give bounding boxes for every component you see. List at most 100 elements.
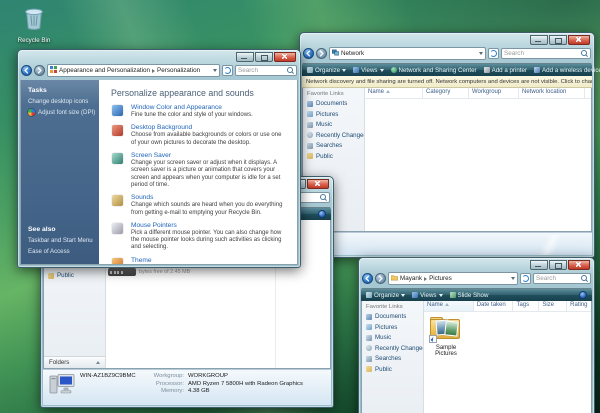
column-date-taken[interactable]: Date taken	[474, 301, 514, 311]
column-network-location[interactable]: Network location	[519, 88, 585, 98]
network-infobar[interactable]: Network discovery and file sharing are t…	[302, 76, 592, 88]
desktop-background-link[interactable]: Desktop Background	[131, 124, 287, 131]
refresh-button[interactable]	[222, 65, 233, 76]
sidebar-item-documents[interactable]: Documents	[307, 100, 364, 107]
breadcrumb-personalization[interactable]: Personalization	[157, 67, 200, 74]
refresh-button[interactable]	[488, 48, 499, 59]
sidebar-item-public[interactable]: Public	[366, 366, 423, 373]
back-button[interactable]	[21, 65, 32, 76]
address-dropdown-icon[interactable]	[213, 69, 217, 72]
theme-icon	[112, 258, 123, 264]
refresh-button[interactable]	[520, 273, 531, 284]
pictures-file-area[interactable]: Sample Pictures	[424, 312, 591, 413]
sidebar-item-pictures[interactable]: Pictures	[307, 111, 364, 118]
sort-ascending-icon	[386, 90, 390, 93]
add-printer-button[interactable]: Add a printer	[484, 67, 527, 74]
task-adjust-font-size[interactable]: Adjust font size (DPI)	[28, 109, 99, 116]
back-button[interactable]	[362, 273, 373, 284]
breadcrumb-network[interactable]: Network	[341, 50, 364, 57]
screen-saver-link[interactable]: Screen Saver	[131, 152, 287, 159]
breadcrumb-user[interactable]: Mayank	[400, 275, 422, 282]
network-details-pane	[302, 232, 592, 255]
personalization-window[interactable]: Appearance and Personalization Personali…	[17, 49, 301, 268]
recently-changed-icon	[366, 345, 372, 351]
minimize-button[interactable]	[236, 52, 254, 62]
address-dropdown-icon[interactable]	[511, 277, 515, 280]
network-file-area[interactable]	[365, 99, 591, 231]
pictures-titlebar[interactable]	[361, 260, 592, 271]
help-button[interactable]	[579, 291, 587, 299]
theme-link[interactable]: Theme	[131, 257, 287, 264]
organize-button[interactable]: Organize	[366, 292, 405, 299]
drive-row[interactable]: bytes free of 2.45 MB	[108, 268, 190, 276]
window-color-link[interactable]: Window Color and Appearance	[131, 104, 287, 111]
tasks-pane: Tasks Change desktop icons Adjust font s…	[21, 80, 99, 264]
sidebar-item-searches[interactable]: Searches	[307, 142, 364, 149]
pictures-toolbar: Organize Views Slide Show	[361, 288, 592, 301]
column-category[interactable]: Category	[423, 88, 469, 98]
workgroup-label: Workgroup:	[150, 373, 184, 379]
sample-pictures-folder[interactable]: Sample Pictures	[427, 316, 465, 357]
personalization-titlebar[interactable]	[20, 52, 298, 63]
column-name[interactable]: Name	[424, 301, 474, 311]
search-input[interactable]: Search	[501, 48, 591, 59]
column-workgroup[interactable]: Workgroup	[469, 88, 519, 98]
maximize-button[interactable]	[549, 260, 567, 270]
close-button[interactable]	[568, 260, 590, 270]
column-name[interactable]: Name	[365, 88, 423, 98]
views-button[interactable]: Views	[412, 292, 442, 299]
close-button[interactable]	[568, 35, 590, 45]
sidebar-item-music[interactable]: Music	[307, 121, 364, 128]
sidebar-item-pictures[interactable]: Pictures	[366, 324, 423, 331]
see-also-ease-of-access[interactable]: Ease of Access	[28, 248, 99, 255]
add-wireless-device-button[interactable]: Add a wireless device	[534, 67, 600, 74]
back-button[interactable]	[303, 48, 314, 59]
sidebar-item-public[interactable]: Public	[307, 153, 364, 160]
tasks-header: Tasks	[28, 87, 99, 94]
forward-button[interactable]	[34, 65, 45, 76]
forward-icon	[377, 275, 384, 282]
network-sharing-center-button[interactable]: Network and Sharing Center	[391, 67, 477, 74]
views-button[interactable]: Views	[353, 67, 383, 74]
sidebar-item-searches[interactable]: Searches	[366, 355, 423, 362]
network-window[interactable]: Network Search Organize Views Network an…	[299, 32, 595, 258]
minimize-button[interactable]	[530, 35, 548, 45]
help-button[interactable]	[318, 210, 326, 218]
sidebar-item-public[interactable]: Public	[48, 272, 74, 279]
mouse-pointers-link[interactable]: Mouse Pointers	[131, 222, 287, 229]
address-dropdown-icon[interactable]	[479, 52, 483, 55]
search-input[interactable]: Search	[533, 273, 591, 284]
minimize-button[interactable]	[530, 260, 548, 270]
address-bar[interactable]: Mayank Pictures	[388, 272, 518, 285]
breadcrumb-pictures[interactable]: Pictures	[429, 275, 452, 282]
maximize-button[interactable]	[549, 35, 567, 45]
search-input[interactable]: Search	[235, 65, 297, 76]
network-icon	[332, 49, 339, 58]
sidebar-item-documents[interactable]: Documents	[366, 313, 423, 320]
forward-button[interactable]	[375, 273, 386, 284]
close-button[interactable]	[274, 52, 296, 62]
close-button[interactable]	[307, 179, 329, 189]
breadcrumb-appearance[interactable]: Appearance and Personalization	[59, 67, 150, 74]
network-titlebar[interactable]	[302, 35, 592, 46]
desktop[interactable]: Recycle Bin Network Search	[0, 0, 600, 413]
sounds-link[interactable]: Sounds	[131, 194, 287, 201]
folders-bar[interactable]: Folders	[44, 356, 105, 368]
task-change-desktop-icons[interactable]: Change desktop icons	[28, 98, 99, 105]
column-rating[interactable]: Rating	[567, 301, 591, 311]
sidebar-item-music[interactable]: Music	[366, 334, 423, 341]
sidebar-item-recently-changed[interactable]: Recently Changed	[307, 132, 364, 139]
forward-button[interactable]	[316, 48, 327, 59]
pictures-window[interactable]: Mayank Pictures Search Organize Views Sl…	[358, 257, 595, 413]
forward-icon	[318, 50, 325, 57]
see-also-taskbar-start-menu[interactable]: Taskbar and Start Menu	[28, 237, 99, 244]
maximize-button[interactable]	[255, 52, 273, 62]
slide-show-button[interactable]: Slide Show	[450, 292, 489, 299]
organize-button[interactable]: Organize	[307, 67, 346, 74]
recycle-bin[interactable]: Recycle Bin	[8, 4, 60, 44]
sidebar-item-recently-changed[interactable]: Recently Changed	[366, 345, 423, 352]
column-size[interactable]: Size	[539, 301, 567, 311]
column-tags[interactable]: Tags	[513, 301, 539, 311]
address-bar[interactable]: Network	[329, 47, 486, 60]
address-bar[interactable]: Appearance and Personalization Personali…	[47, 64, 220, 77]
